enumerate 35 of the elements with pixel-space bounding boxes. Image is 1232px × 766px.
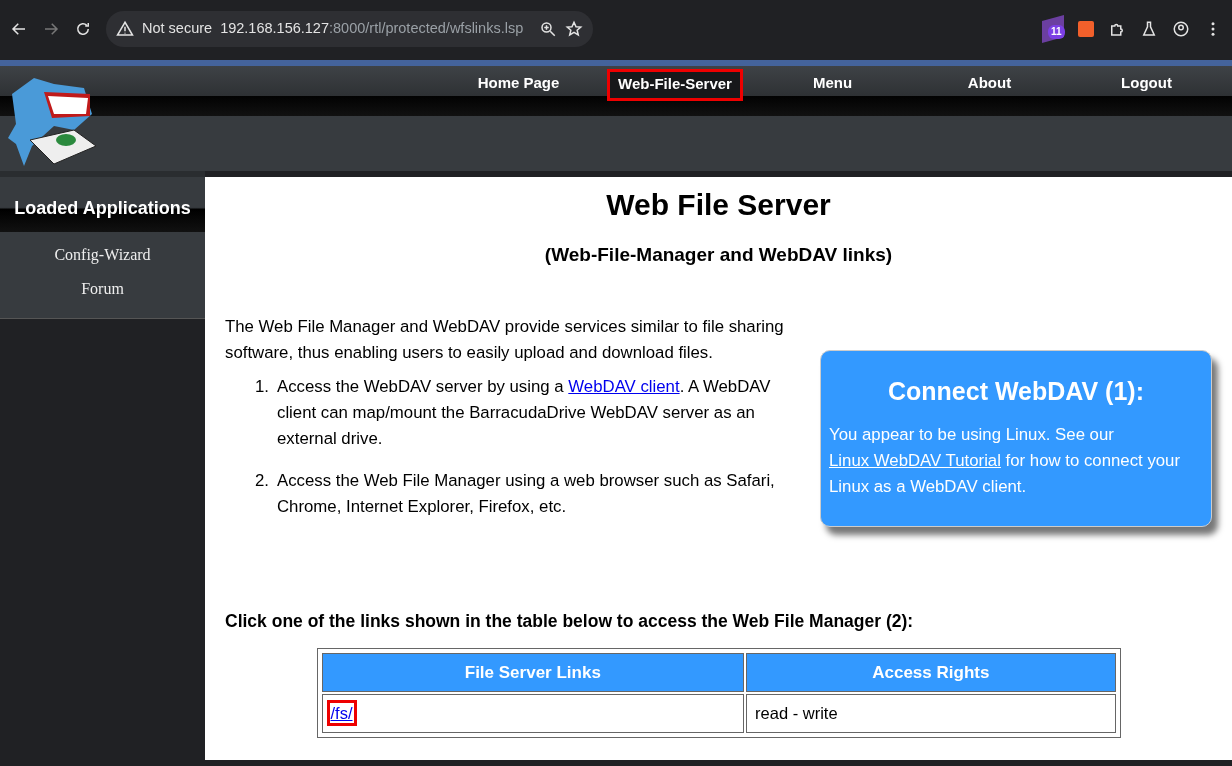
nav-link[interactable]: Menu [754, 66, 911, 96]
panel-title: Connect WebDAV (1): [887, 375, 1145, 407]
flask-icon[interactable] [1140, 20, 1158, 38]
address-bar[interactable]: Not secure 192.168.156.127:8000/rtl/protected/wfslinks.lsp [106, 11, 594, 47]
list-marker: 1. [255, 375, 269, 398]
nav-link[interactable]: Web-File-Server [607, 69, 743, 101]
intro-paragraph: The Web File Manager and WebDAV provide services similar to file sharing software, thus enabling users to easily upload and download files. [225, 315, 785, 364]
list-item: Access the WebDAV server by using a WebDAV client. A WebDAV client can map/mount the BarracudaDrive WebDAV server as an external drive. [277, 375, 772, 450]
table-caption: Click one of the links shown in the table below to access the Web File Manager (2): [225, 609, 915, 633]
extension-icon[interactable]: 11 [1042, 15, 1064, 43]
sidebar-link[interactable]: Config-Wizard [0, 238, 205, 272]
column-header: Access Rights [746, 652, 1116, 693]
reload-icon[interactable] [74, 20, 92, 38]
link[interactable]: WebDAV client [568, 376, 680, 396]
page-title: Web File Server [605, 187, 832, 223]
sidebar-link[interactable]: Forum [0, 272, 205, 306]
list-marker: 2. [255, 469, 269, 492]
nav-link[interactable]: Logout [1068, 66, 1225, 96]
column-header: File Server Links [321, 652, 745, 693]
nav-link[interactable]: About [911, 66, 1068, 96]
profile-icon[interactable] [1172, 20, 1190, 38]
security-label: Not secure [142, 19, 213, 39]
back-arrow-icon[interactable] [10, 20, 28, 38]
table-cell: read - write [746, 694, 1116, 733]
nav-link[interactable]: Home Page [440, 66, 597, 96]
page-subtitle: (Web-File-Manager and WebDAV links) [543, 243, 894, 267]
url-text[interactable]: 192.168.156.127:8000/rtl/protected/wfslinks.lsp [220, 18, 524, 40]
sidebar-title: Loaded Applications [0, 191, 205, 232]
panel-text: You appear to be using Linux. See our Linux WebDAV Tutorial for how to connect your Linux as a WebDAV client. [829, 424, 1182, 498]
forward-arrow-icon[interactable] [42, 20, 60, 38]
list-item: Access the Web File Manager using a web browser such as Safari, Chrome, Internet Explorer, Firefox, etc. [277, 469, 776, 518]
extension-badge: 11 [1048, 25, 1065, 40]
zoom-icon[interactable] [539, 20, 558, 38]
star-icon[interactable] [565, 20, 584, 38]
warning-icon [116, 20, 134, 38]
